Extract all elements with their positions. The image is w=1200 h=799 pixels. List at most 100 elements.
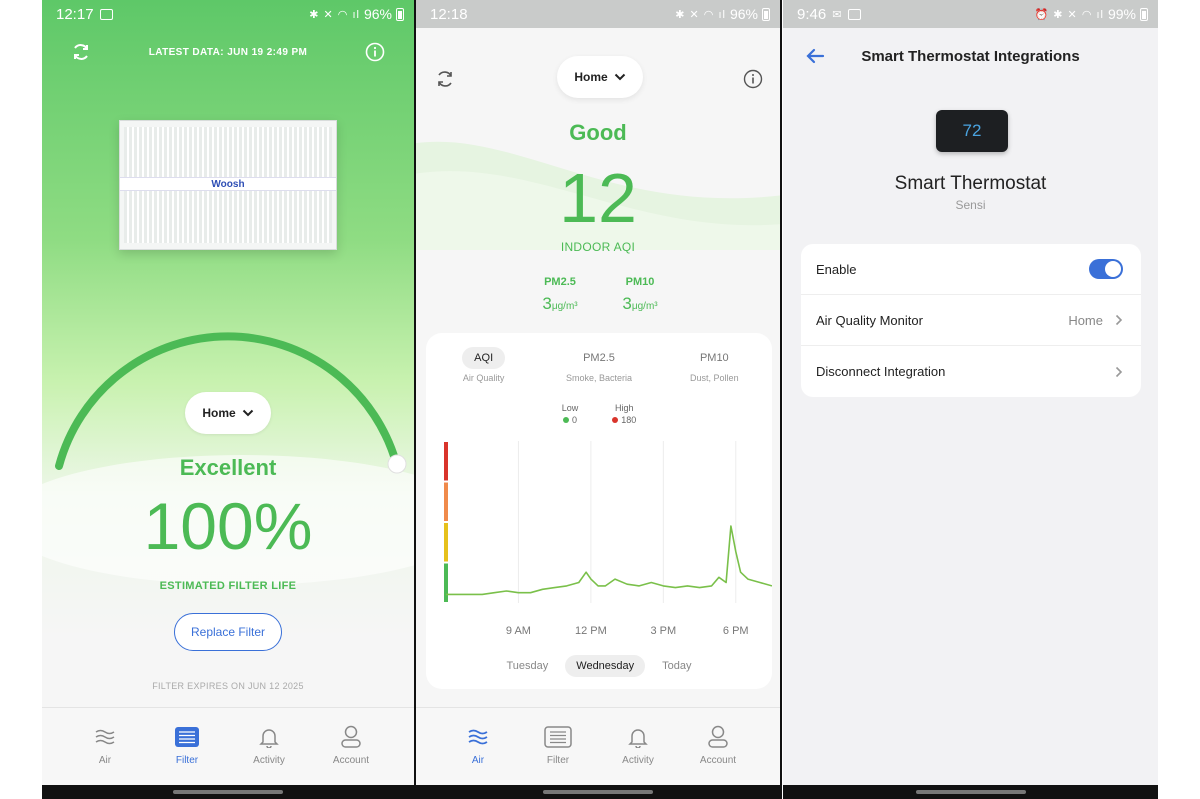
waves-icon	[467, 724, 489, 750]
aqi-scale-band	[444, 563, 448, 602]
nav-label: Filter	[546, 755, 570, 766]
tab-label: PM10	[699, 352, 729, 364]
home-indicator	[42, 785, 414, 799]
status-time: 9:46	[797, 5, 827, 23]
info-icon[interactable]	[742, 68, 764, 90]
x-tick-label: 12 PM	[574, 625, 607, 637]
nav-account[interactable]: Account	[683, 724, 753, 766]
chevron-down-icon	[242, 409, 253, 417]
filter-life-arc	[55, 332, 407, 474]
user-icon	[707, 724, 729, 750]
nav-label: Activity	[622, 755, 654, 766]
thermostat-screen: 9:46 ✉ ⏰ ✱ ✕ ◠ ıl 99% Smart Thermostat I…	[783, 0, 1158, 799]
aqi-scale-band	[444, 442, 448, 481]
tab-sublabel: Air Quality	[462, 373, 505, 383]
thermostat-device-image: 72	[936, 110, 1008, 152]
nav-label: Filter	[175, 755, 199, 766]
pm10-readout: PM10 3μg/m³	[605, 276, 675, 314]
tab-sublabel: Smoke, Bacteria	[565, 373, 632, 383]
battery-icon	[1140, 7, 1148, 21]
screen-divider	[780, 0, 782, 799]
air-screen: 12:18 ✱ ✕ ◠ ıl 96% Home Good 12 INDOOR A…	[416, 0, 780, 799]
tab-pm10[interactable]: PM10 Dust, Pollen	[664, 347, 764, 383]
tab-label: PM2.5	[583, 352, 615, 364]
device-name: Smart Thermostat	[894, 173, 1047, 194]
metric-tabs: AQI Air Quality PM2.5 Smoke, Bacteria PM…	[426, 333, 772, 383]
location-label: Home	[574, 70, 608, 84]
chevron-right-icon	[1115, 366, 1123, 377]
replace-filter-button[interactable]: Replace Filter	[174, 613, 282, 651]
high-dot-icon	[612, 417, 619, 423]
location-selector[interactable]: Home	[185, 392, 271, 434]
aqi-scale-band	[444, 482, 448, 521]
bottom-nav: Air Filter Activity Account	[42, 707, 414, 799]
status-icons: ✱ ✕ ◠ ıl	[675, 8, 726, 21]
app-bar: Smart Thermostat Integrations	[783, 28, 1158, 84]
air-quality-monitor-row[interactable]: Air Quality Monitor Home	[801, 295, 1141, 346]
refresh-icon[interactable]	[434, 68, 456, 90]
chevron-down-icon	[614, 73, 625, 81]
battery-icon	[762, 7, 770, 21]
aqi-value: 12	[559, 159, 637, 237]
bell-icon	[628, 724, 648, 750]
tab-pm25[interactable]: PM2.5 Smoke, Bacteria	[549, 347, 649, 383]
legend-high: High 180	[612, 403, 636, 425]
filter-expiry-text: FILTER EXPIRES ON JUN 12 2025	[152, 681, 304, 691]
nav-air[interactable]: Air	[443, 724, 513, 766]
enable-toggle[interactable]	[1089, 259, 1123, 279]
aqi-label: INDOOR AQI	[560, 240, 636, 254]
tab-aqi[interactable]: AQI Air Quality	[434, 347, 534, 383]
low-dot-icon	[562, 417, 569, 423]
nav-filter[interactable]: Filter	[152, 724, 222, 766]
pm25-label: PM2.5	[544, 276, 576, 288]
day-tab-wednesday[interactable]: Wednesday	[565, 655, 646, 677]
nav-label: Account	[699, 755, 737, 766]
filter-life-value: 100%	[143, 489, 313, 563]
day-tab-tuesday[interactable]: Tuesday	[495, 655, 559, 677]
tab-sublabel: Dust, Pollen	[690, 373, 739, 383]
x-tick-label: 9 AM	[505, 625, 531, 637]
pm10-value: 3	[622, 294, 632, 313]
mail-icon: ✉	[832, 8, 843, 21]
air-header: Home	[416, 56, 780, 100]
chevron-right-icon	[1115, 314, 1123, 326]
day-tabs: Tuesday Wednesday Today	[426, 655, 772, 677]
nav-activity[interactable]: Activity	[234, 724, 304, 766]
pm25-unit: μg/m³	[551, 301, 578, 312]
waves-icon	[94, 724, 116, 750]
nav-account[interactable]: Account	[316, 724, 386, 766]
battery-percent: 99%	[1107, 6, 1136, 22]
bell-icon	[259, 724, 279, 750]
nav-label: Activity	[253, 755, 285, 766]
aqm-label: Air Quality Monitor	[816, 312, 923, 328]
device-brand: Sensi	[955, 198, 986, 212]
location-label: Home	[202, 406, 236, 420]
aqi-line-chart	[444, 441, 772, 603]
disconnect-integration-row[interactable]: Disconnect Integration	[801, 346, 1141, 397]
x-axis-labels: 9 AM 12 PM 3 PM 6 PM	[426, 625, 772, 641]
filter-icon	[544, 724, 572, 750]
location-selector[interactable]: Home	[557, 56, 643, 98]
chart-series-line	[446, 525, 772, 596]
enable-label: Enable	[816, 261, 857, 277]
filter-life-label: ESTIMATED FILTER LIFE	[159, 580, 297, 592]
aqm-value: Home	[1068, 312, 1103, 328]
nav-label: Air	[471, 755, 485, 766]
nav-activity[interactable]: Activity	[603, 724, 673, 766]
day-tab-today[interactable]: Today	[651, 655, 702, 677]
filter-status-word: Excellent	[179, 455, 277, 480]
home-indicator	[783, 785, 1158, 799]
battery-percent: 96%	[729, 6, 758, 22]
nav-filter[interactable]: Filter	[523, 724, 593, 766]
aqi-status-word: Good	[569, 120, 627, 145]
nav-label: Air	[98, 755, 112, 766]
status-icons: ⏰ ✱ ✕ ◠ ıl	[1034, 8, 1104, 21]
filter-screen: 12:17 ✱ ✕ ◠ ıl 96% LATEST DATA: JUN 19 2…	[42, 0, 414, 799]
disconnect-label: Disconnect Integration	[816, 364, 946, 379]
nav-air[interactable]: Air	[70, 724, 140, 766]
bottom-nav: Air Filter Activity Account	[416, 707, 780, 799]
integration-settings-list: Enable Air Quality Monitor Home Disconne…	[801, 244, 1141, 397]
tab-label: AQI	[462, 347, 506, 369]
status-time: 12:18	[430, 5, 468, 23]
pm10-label: PM10	[625, 276, 655, 288]
